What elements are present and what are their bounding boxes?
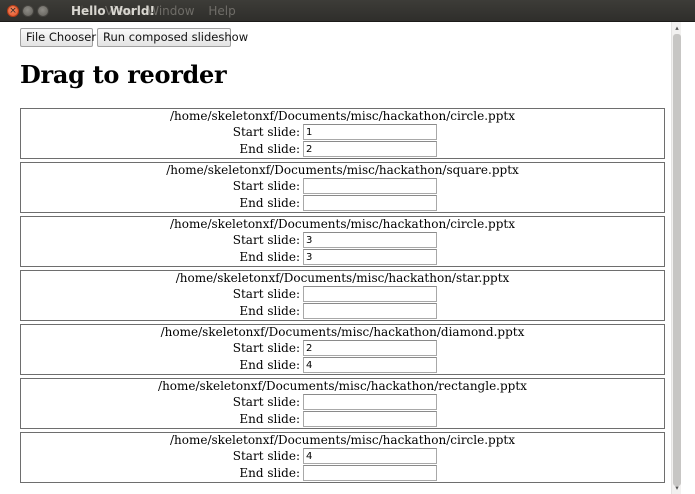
start-slide-label: Start slide: — [232, 233, 300, 247]
end-slide-label: End slide: — [239, 466, 300, 480]
slide-item[interactable]: /home/skeletonxf/Documents/misc/hackatho… — [20, 216, 665, 267]
start-slide-row: Start slide: — [21, 178, 664, 194]
end-slide-input[interactable] — [303, 357, 437, 373]
end-slide-label: End slide: — [239, 412, 300, 426]
start-slide-row: Start slide: — [21, 124, 664, 140]
vertical-scrollbar[interactable]: ▴ ▾ — [671, 22, 681, 494]
close-icon[interactable]: × — [7, 5, 19, 17]
slide-item[interactable]: /home/skeletonxf/Documents/misc/hackatho… — [20, 324, 665, 375]
end-slide-row: End slide: — [21, 141, 664, 157]
slide-item[interactable]: /home/skeletonxf/Documents/misc/hackatho… — [20, 162, 665, 213]
end-slide-input[interactable] — [303, 249, 437, 265]
slide-file-path: /home/skeletonxf/Documents/misc/hackatho… — [170, 217, 515, 231]
start-slide-row: Start slide: — [21, 340, 664, 356]
slide-file-path: /home/skeletonxf/Documents/misc/hackatho… — [170, 433, 515, 447]
start-slide-label: Start slide: — [232, 287, 300, 301]
start-slide-input[interactable] — [303, 232, 437, 248]
start-slide-input[interactable] — [303, 286, 437, 302]
end-slide-input[interactable] — [303, 465, 437, 481]
start-slide-label: Start slide: — [232, 395, 300, 409]
run-slideshow-button[interactable]: Run composed slideshow — [97, 28, 248, 47]
scroll-up-icon[interactable]: ▴ — [673, 24, 681, 32]
end-slide-row: End slide: — [21, 357, 664, 373]
slide-file-path: /home/skeletonxf/Documents/misc/hackatho… — [175, 271, 510, 285]
start-slide-row: Start slide: — [21, 286, 664, 302]
end-slide-row: End slide: — [21, 303, 664, 319]
maximize-icon[interactable] — [37, 5, 49, 17]
end-slide-label: End slide: — [239, 304, 300, 318]
slide-item[interactable]: /home/skeletonxf/Documents/misc/hackatho… — [20, 432, 665, 483]
start-slide-label: Start slide: — [232, 125, 300, 139]
slide-item[interactable]: /home/skeletonxf/Documents/misc/hackatho… — [20, 378, 665, 429]
end-slide-input[interactable] — [303, 411, 437, 427]
end-slide-label: End slide: — [239, 358, 300, 372]
menu-item-help[interactable]: Help — [208, 4, 235, 18]
end-slide-label: End slide: — [239, 142, 300, 156]
slide-file-path: /home/skeletonxf/Documents/misc/hackatho… — [170, 109, 515, 123]
end-slide-row: End slide: — [21, 249, 664, 265]
end-slide-label: End slide: — [239, 196, 300, 210]
start-slide-input[interactable] — [303, 448, 437, 464]
end-slide-label: End slide: — [239, 250, 300, 264]
end-slide-input[interactable] — [303, 141, 437, 157]
start-slide-row: Start slide: — [21, 448, 664, 464]
end-slide-row: End slide: — [21, 411, 664, 427]
page-title: Drag to reorder — [20, 60, 227, 89]
slide-item[interactable]: /home/skeletonxf/Documents/misc/hackatho… — [20, 108, 665, 159]
start-slide-label: Start slide: — [232, 341, 300, 355]
start-slide-input[interactable] — [303, 124, 437, 140]
end-slide-row: End slide: — [21, 195, 664, 211]
start-slide-row: Start slide: — [21, 394, 664, 410]
slide-item[interactable]: /home/skeletonxf/Documents/misc/hackatho… — [20, 270, 665, 321]
slide-file-path: /home/skeletonxf/Documents/misc/hackatho… — [158, 379, 527, 393]
end-slide-input[interactable] — [303, 303, 437, 319]
start-slide-label: Start slide: — [232, 179, 300, 193]
start-slide-input[interactable] — [303, 178, 437, 194]
start-slide-input[interactable] — [303, 340, 437, 356]
window-titlebar: × File View Window Help Hello World! — [0, 0, 695, 22]
window-title: Hello World! — [71, 4, 155, 18]
slide-file-path: /home/skeletonxf/Documents/misc/hackatho… — [160, 325, 525, 339]
file-chooser-button[interactable]: File Chooser — [20, 28, 96, 47]
scroll-down-icon[interactable]: ▾ — [673, 484, 681, 492]
scrollbar-thumb[interactable] — [673, 34, 681, 486]
end-slide-input[interactable] — [303, 195, 437, 211]
minimize-icon[interactable] — [22, 5, 34, 17]
start-slide-input[interactable] — [303, 394, 437, 410]
start-slide-label: Start slide: — [232, 449, 300, 463]
end-slide-row: End slide: — [21, 465, 664, 481]
slide-file-path: /home/skeletonxf/Documents/misc/hackatho… — [166, 163, 519, 177]
start-slide-row: Start slide: — [21, 232, 664, 248]
